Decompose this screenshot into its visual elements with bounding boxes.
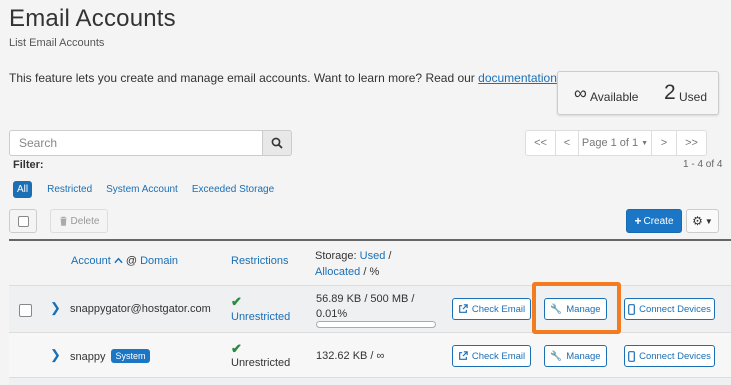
storage-usage-bar [316, 321, 436, 328]
result-count: 1 - 4 of 4 [683, 159, 723, 170]
search-button[interactable] [262, 130, 292, 156]
available-label: Available [590, 90, 639, 104]
search-icon [271, 137, 283, 149]
restrictions-header[interactable]: Restrictions [231, 255, 288, 267]
mobile-icon [628, 303, 635, 315]
caret-down-icon: ▼ [704, 216, 713, 226]
connect-devices-label: Connect Devices [639, 350, 711, 362]
connect-devices-label: Connect Devices [639, 303, 711, 315]
select-all-checkbox[interactable] [17, 215, 29, 227]
delete-button[interactable]: Delete [50, 209, 108, 233]
select-all-button[interactable] [9, 209, 37, 233]
first-page-button[interactable]: << [525, 130, 556, 156]
search-input[interactable] [9, 130, 263, 156]
check-email-button[interactable]: Check Email [452, 298, 531, 320]
storage-label: Storage: [315, 250, 357, 262]
filter-restricted[interactable]: Restricted [47, 184, 92, 195]
check-email-button[interactable]: Check Email [452, 345, 531, 367]
delete-label: Delete [70, 215, 100, 227]
restriction-status: Unrestricted [231, 357, 291, 369]
plus-icon: + [634, 214, 642, 228]
used-count: 2 [664, 81, 676, 104]
table-header: Account @ Domain Restrictions Storage: U… [9, 241, 731, 285]
sort-account-link[interactable]: Account [71, 255, 111, 267]
connect-devices-button[interactable]: Connect Devices [624, 345, 715, 367]
page-title: Email Accounts [9, 5, 176, 32]
checkmark-icon: ✔ [231, 294, 242, 309]
table-row: ❯ snappygator@hostgator.com ✔ Unrestrict… [9, 285, 731, 332]
manage-label: Manage [566, 350, 601, 362]
storage-usage: 56.89 KB / 500 MB / [316, 293, 415, 305]
infinity-icon: ∞ [574, 83, 587, 103]
sort-allocated-link[interactable]: Allocated [315, 266, 360, 278]
filter-exceeded-storage[interactable]: Exceeded Storage [192, 184, 274, 195]
storage-header: Storage: Used / Allocated / % [315, 248, 391, 280]
wrench-icon: 🔧 [550, 350, 563, 362]
page-select[interactable]: Page 1 of 1 ▼ [578, 130, 652, 156]
account-domain-header: Account @ Domain [71, 255, 178, 267]
account-stats: ∞ Available 2 Used [557, 71, 719, 115]
check-email-label: Check Email [471, 350, 526, 362]
row-checkbox[interactable] [19, 304, 32, 317]
highlight-box [532, 282, 621, 334]
account-name: snappy [70, 351, 106, 363]
connect-devices-button[interactable]: Connect Devices [624, 298, 715, 320]
system-badge: System [111, 349, 150, 363]
description-text: This feature lets you create and manage … [9, 71, 475, 85]
used-label: Used [679, 90, 708, 104]
account-cell: snappy System [70, 349, 150, 363]
storage-slash: / [388, 250, 392, 262]
page-subtitle: List Email Accounts [9, 37, 105, 49]
expand-row-icon[interactable]: ❯ [50, 347, 61, 363]
documentation-link[interactable]: documentation [478, 71, 557, 85]
sort-ascending-icon[interactable] [114, 255, 123, 267]
settings-dropdown-button[interactable]: ⚙ ▼ [686, 209, 719, 233]
filter-label: Filter: [13, 159, 44, 171]
create-label: Create [643, 215, 674, 227]
filter-options: All Restricted System Account Exceeded S… [13, 181, 288, 198]
next-page-button[interactable]: > [651, 130, 677, 156]
storage-usage: 132.62 KB / ∞ [316, 350, 385, 362]
create-button[interactable]: + Create [626, 209, 682, 233]
table-row [9, 377, 731, 385]
external-link-icon [458, 304, 468, 313]
storage-percent: 0.01% [316, 308, 348, 320]
sort-domain-link[interactable]: Domain [140, 255, 178, 267]
last-page-button[interactable]: >> [676, 130, 707, 156]
pagination: << < Page 1 of 1 ▼ > >> [525, 130, 707, 156]
restriction-status[interactable]: Unrestricted [231, 311, 290, 323]
check-email-label: Check Email [471, 303, 526, 315]
prev-page-button[interactable]: < [555, 130, 579, 156]
mobile-icon [628, 350, 635, 362]
external-link-icon [458, 351, 468, 360]
sort-used-link[interactable]: Used [360, 250, 386, 262]
filter-all[interactable]: All [13, 181, 33, 198]
at-sign: @ [125, 255, 138, 267]
checkmark-icon: ✔ [231, 341, 242, 356]
storage-percent: / % [363, 266, 380, 278]
manage-button[interactable]: 🔧 Manage [544, 345, 607, 367]
filter-system-account[interactable]: System Account [106, 184, 178, 195]
gear-icon: ⚙ [692, 214, 703, 228]
page-description: This feature lets you create and manage … [9, 71, 578, 85]
caret-down-icon: ▼ [641, 139, 649, 147]
table-row: ❯ snappy System ✔ Unrestricted 132.62 KB … [9, 332, 731, 379]
page-select-label: Page 1 of 1 [581, 137, 639, 149]
trash-icon [59, 216, 67, 226]
expand-row-icon[interactable]: ❯ [50, 300, 61, 316]
account-name: snappygator@hostgator.com [70, 303, 211, 315]
